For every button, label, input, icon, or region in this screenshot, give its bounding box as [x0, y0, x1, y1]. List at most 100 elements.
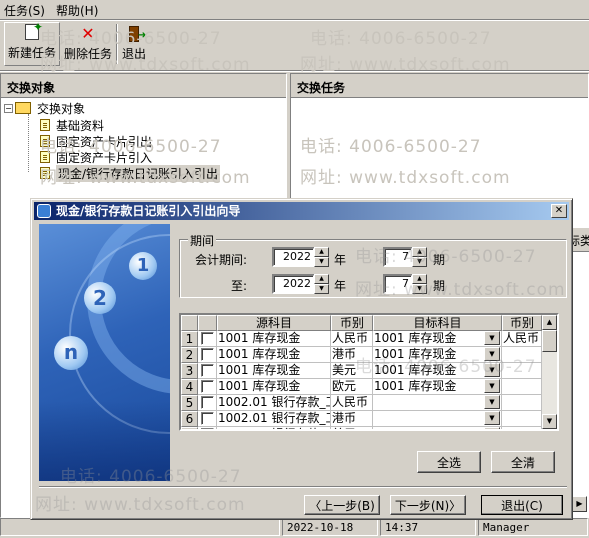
folder-open-icon: [15, 102, 31, 114]
dropdown-arrow-icon[interactable]: ▼: [484, 331, 500, 345]
row-checkbox[interactable]: [201, 412, 214, 425]
exit-button[interactable]: ➜ 退出: [120, 22, 148, 66]
new-task-icon: ✦: [25, 20, 43, 40]
row-number: 6: [181, 411, 198, 427]
grid-header-target[interactable]: 目标科目: [373, 315, 502, 331]
new-task-label: 新建任务: [7, 46, 56, 60]
spin-down-icon[interactable]: ▼: [412, 284, 427, 294]
next-button[interactable]: 下一步(N)〉: [390, 495, 466, 515]
target-account-cell[interactable]: 1001 库存现金 ▼: [373, 331, 502, 347]
target-account-cell[interactable]: 1001 库存现金 ▼: [373, 347, 502, 363]
month-to-input[interactable]: 7: [383, 274, 413, 294]
month-to-spinner[interactable]: ▲ ▼: [412, 274, 427, 294]
source-account-cell: 1001 库存现金: [217, 363, 331, 379]
target-account-cell[interactable]: ▼: [373, 411, 502, 427]
delete-task-button[interactable]: ✕ 删除任务: [62, 22, 114, 66]
currency-cell: 人民币: [331, 331, 373, 347]
tree-root-label: 交换对象: [37, 101, 86, 116]
year-to-input[interactable]: 2022: [272, 274, 315, 294]
target-currency-cell: [502, 395, 542, 411]
spin-down-icon[interactable]: ▼: [314, 284, 329, 294]
currency-cell: 港币: [331, 411, 373, 427]
period-unit-label: 期: [433, 279, 446, 293]
left-panel-title: 交换对象: [1, 74, 286, 98]
dialog-close-button[interactable]: ✕: [551, 204, 567, 218]
right-scroll-arrow[interactable]: ▶: [572, 496, 587, 512]
menu-task[interactable]: 任务(S): [4, 2, 45, 19]
target-account-cell[interactable]: 1001 库存现金 ▼: [373, 379, 502, 395]
grid-header-target-currency[interactable]: 币别: [502, 315, 542, 331]
row-checkbox[interactable]: [201, 332, 214, 345]
toolbar-bottom-line: [0, 70, 589, 72]
year-from-input[interactable]: 2022: [272, 247, 315, 267]
document-icon: [40, 119, 50, 131]
dropdown-arrow-icon[interactable]: ▼: [484, 395, 500, 409]
tree-collapse-icon[interactable]: −: [4, 103, 13, 113]
source-account-cell: 1002.01 银行存款_工行: [217, 395, 331, 411]
dropdown-arrow-icon[interactable]: ▼: [484, 427, 500, 429]
target-account-cell[interactable]: 1001 库存现金 ▼: [373, 363, 502, 379]
circle-two-icon: 2: [84, 282, 116, 314]
month-from-spinner[interactable]: ▲ ▼: [412, 247, 427, 267]
spin-down-icon[interactable]: ▼: [412, 257, 427, 267]
row-checkbox[interactable]: [201, 380, 214, 393]
row-checkbox[interactable]: [201, 428, 214, 429]
tree-item-journal[interactable]: 现金/银行存款日记账引入引出: [40, 164, 221, 182]
document-icon: [40, 135, 50, 147]
spin-down-icon[interactable]: ▼: [314, 257, 329, 267]
status-user: Manager: [478, 518, 588, 536]
exit-door-icon: ➜: [129, 26, 146, 42]
tree-root[interactable]: − 交换对象: [4, 100, 85, 116]
year-unit-label: 年: [334, 279, 347, 293]
scroll-down-icon[interactable]: ▼: [542, 414, 557, 429]
exit-dialog-button[interactable]: 退出(C): [481, 495, 563, 515]
spin-up-icon[interactable]: ▲: [412, 247, 427, 257]
target-currency-cell: 人民币: [502, 331, 542, 347]
target-account-text: 1001 库存现金: [374, 347, 457, 361]
select-all-button[interactable]: 全选: [417, 451, 481, 473]
scroll-up-icon[interactable]: ▲: [542, 315, 557, 330]
spin-up-icon[interactable]: ▲: [314, 274, 329, 284]
spin-up-icon[interactable]: ▲: [314, 247, 329, 257]
tree-item-label: 固定资产卡片引入: [56, 150, 153, 165]
exit-label: 退出: [121, 47, 146, 61]
row-number: 7: [181, 427, 198, 429]
wizard-banner-image: 1 2 n: [39, 224, 170, 481]
spin-up-icon[interactable]: ▲: [412, 274, 427, 284]
year-from-spinner[interactable]: ▲ ▼: [314, 247, 329, 267]
row-checkbox[interactable]: [201, 348, 214, 361]
delete-icon: ✕: [81, 24, 95, 43]
grid-header-source[interactable]: 源科目: [217, 315, 331, 331]
dropdown-arrow-icon[interactable]: ▼: [484, 363, 500, 377]
dialog-title-bar[interactable]: 现金/银行存款日记账引入引出向导 ✕: [34, 202, 569, 220]
row-check-cell: [198, 347, 217, 363]
month-from-input[interactable]: 7: [383, 247, 413, 267]
row-number: 1: [181, 331, 198, 347]
clear-all-button[interactable]: 全清: [491, 451, 555, 473]
year-to-spinner[interactable]: ▲ ▼: [314, 274, 329, 294]
close-icon: ✕: [554, 205, 564, 216]
dropdown-arrow-icon[interactable]: ▼: [484, 411, 500, 425]
tree-item-asset-export[interactable]: 固定资产卡片引出: [40, 133, 152, 149]
menu-help[interactable]: 帮助(H): [56, 2, 98, 19]
dropdown-arrow-icon[interactable]: ▼: [484, 379, 500, 393]
source-account-cell: 1002.01 银行存款_工行: [217, 411, 331, 427]
document-icon: [40, 167, 50, 179]
dropdown-arrow-icon[interactable]: ▼: [484, 347, 500, 361]
circle-n-icon: n: [54, 336, 88, 370]
row-checkbox[interactable]: [201, 396, 214, 409]
new-task-button[interactable]: ✦ 新建任务: [4, 20, 60, 66]
scroll-thumb[interactable]: [542, 330, 557, 352]
row-checkbox[interactable]: [201, 364, 214, 377]
tree-line-vertical: [28, 114, 29, 172]
target-account-cell[interactable]: ▼: [373, 427, 502, 429]
tree-item-basic[interactable]: 基础资料: [40, 117, 104, 133]
tree-item-asset-import[interactable]: 固定资产卡片引入: [40, 149, 152, 165]
prev-button[interactable]: 〈上一步(B): [304, 495, 380, 515]
target-account-cell[interactable]: ▼: [373, 395, 502, 411]
menu-divider: [0, 19, 589, 21]
grid-vscrollbar[interactable]: ▲ ▼: [542, 315, 557, 429]
grid-header-currency[interactable]: 币别: [331, 315, 373, 331]
to-label: 至:: [231, 279, 248, 293]
status-date: 2022-10-18: [282, 518, 378, 536]
